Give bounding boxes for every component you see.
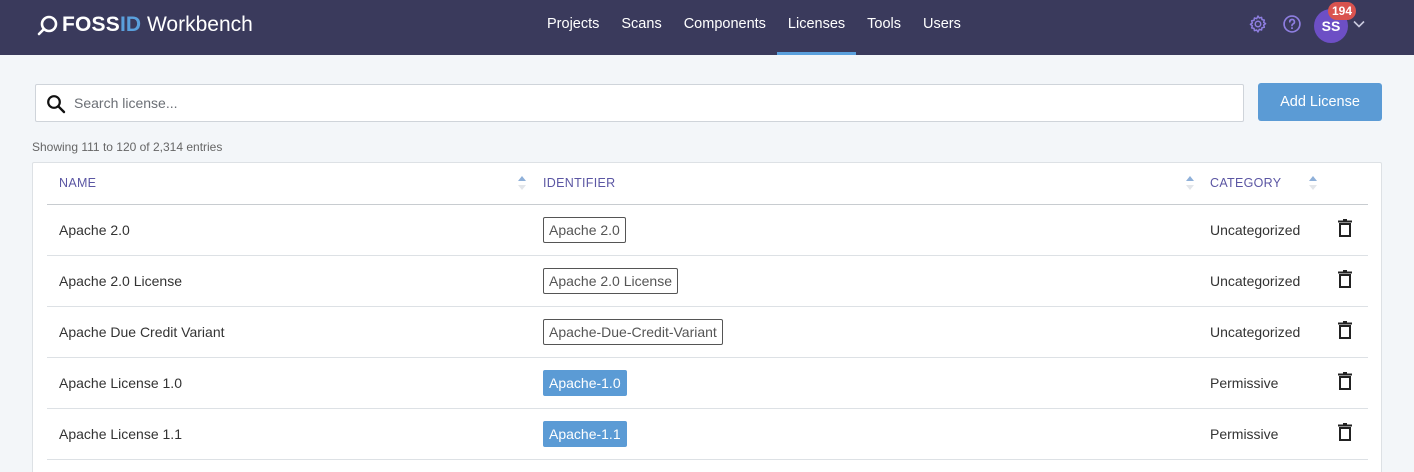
license-name[interactable]: Apache 2.0: [59, 205, 130, 255]
sort-icon[interactable]: [1308, 175, 1318, 191]
nav-components[interactable]: Components: [673, 0, 777, 55]
entries-info: Showing 111 to 120 of 2,314 entries: [32, 140, 223, 154]
table-row[interactable]: Apache 2.0 Apache 2.0 Uncategorized: [47, 205, 1368, 256]
identifier-tag: Apache-1.0: [543, 370, 627, 396]
search-input[interactable]: [74, 85, 1234, 121]
logo-text-workbench: Workbench: [146, 13, 253, 36]
logo-text-id: ID: [119, 13, 141, 36]
logo-text-foss: FOSS: [62, 13, 120, 36]
license-name[interactable]: Apache Due Credit Variant: [59, 307, 225, 357]
licenses-table: NAME IDENTIFIER CATEGORY Apache 2.0 Apac…: [32, 162, 1382, 472]
gear-icon[interactable]: [1248, 14, 1268, 34]
identifier-tag: Apache-Due-Credit-Variant: [543, 319, 723, 345]
add-license-button[interactable]: Add License: [1258, 83, 1382, 121]
license-name[interactable]: Apache License 1.1: [59, 409, 182, 459]
chevron-down-icon[interactable]: [1352, 17, 1366, 31]
magnifier-logo-icon: [37, 15, 58, 36]
license-category: Permissive: [1210, 426, 1279, 442]
column-header-name[interactable]: NAME: [59, 163, 96, 205]
table-row[interactable]: Apache 2.0 License Apache 2.0 License Un…: [47, 256, 1368, 307]
trash-icon[interactable]: [1337, 270, 1353, 288]
top-navbar: FOSS ID Workbench Projects Scans Component…: [0, 0, 1414, 55]
table-header: NAME IDENTIFIER CATEGORY: [47, 163, 1368, 205]
license-name[interactable]: Apache License 1.0: [59, 358, 182, 408]
column-header-category[interactable]: CATEGORY: [1210, 163, 1281, 205]
help-icon[interactable]: [1282, 14, 1302, 34]
nav-tools[interactable]: Tools: [856, 0, 912, 55]
main-nav: Projects Scans Components Licenses Tools…: [536, 0, 972, 55]
license-category: Uncategorized: [1210, 222, 1301, 238]
identifier-tag: Apache 2.0: [543, 217, 626, 243]
trash-icon[interactable]: [1337, 219, 1353, 237]
sort-icon[interactable]: [517, 175, 527, 191]
nav-scans[interactable]: Scans: [610, 0, 672, 55]
identifier-tag: Apache 2.0 License: [543, 268, 678, 294]
license-category: Uncategorized: [1210, 324, 1301, 340]
fossid-logo[interactable]: FOSS ID Workbench: [36, 12, 253, 38]
trash-icon[interactable]: [1337, 321, 1353, 339]
search-box: [35, 84, 1244, 122]
table-row[interactable]: Apache License 1.1 Apache-1.1 Permissive: [47, 409, 1368, 460]
nav-licenses[interactable]: Licenses: [776, 0, 857, 55]
license-name[interactable]: Apache 2.0 License: [59, 256, 182, 306]
table-row[interactable]: Apache Due Credit Variant Apache-Due-Cre…: [47, 307, 1368, 358]
table-row[interactable]: Apache License 1.0 Apache-1.0 Permissive: [47, 358, 1368, 409]
identifier-tag: Apache-1.1: [543, 421, 627, 447]
column-header-identifier[interactable]: IDENTIFIER: [543, 163, 615, 205]
nav-projects[interactable]: Projects: [536, 0, 610, 55]
trash-icon[interactable]: [1337, 423, 1353, 441]
license-category: Permissive: [1210, 375, 1279, 391]
nav-users[interactable]: Users: [912, 0, 972, 55]
search-icon: [47, 95, 66, 114]
trash-icon[interactable]: [1337, 372, 1353, 390]
sort-icon[interactable]: [1185, 175, 1195, 191]
license-category: Uncategorized: [1210, 273, 1301, 289]
